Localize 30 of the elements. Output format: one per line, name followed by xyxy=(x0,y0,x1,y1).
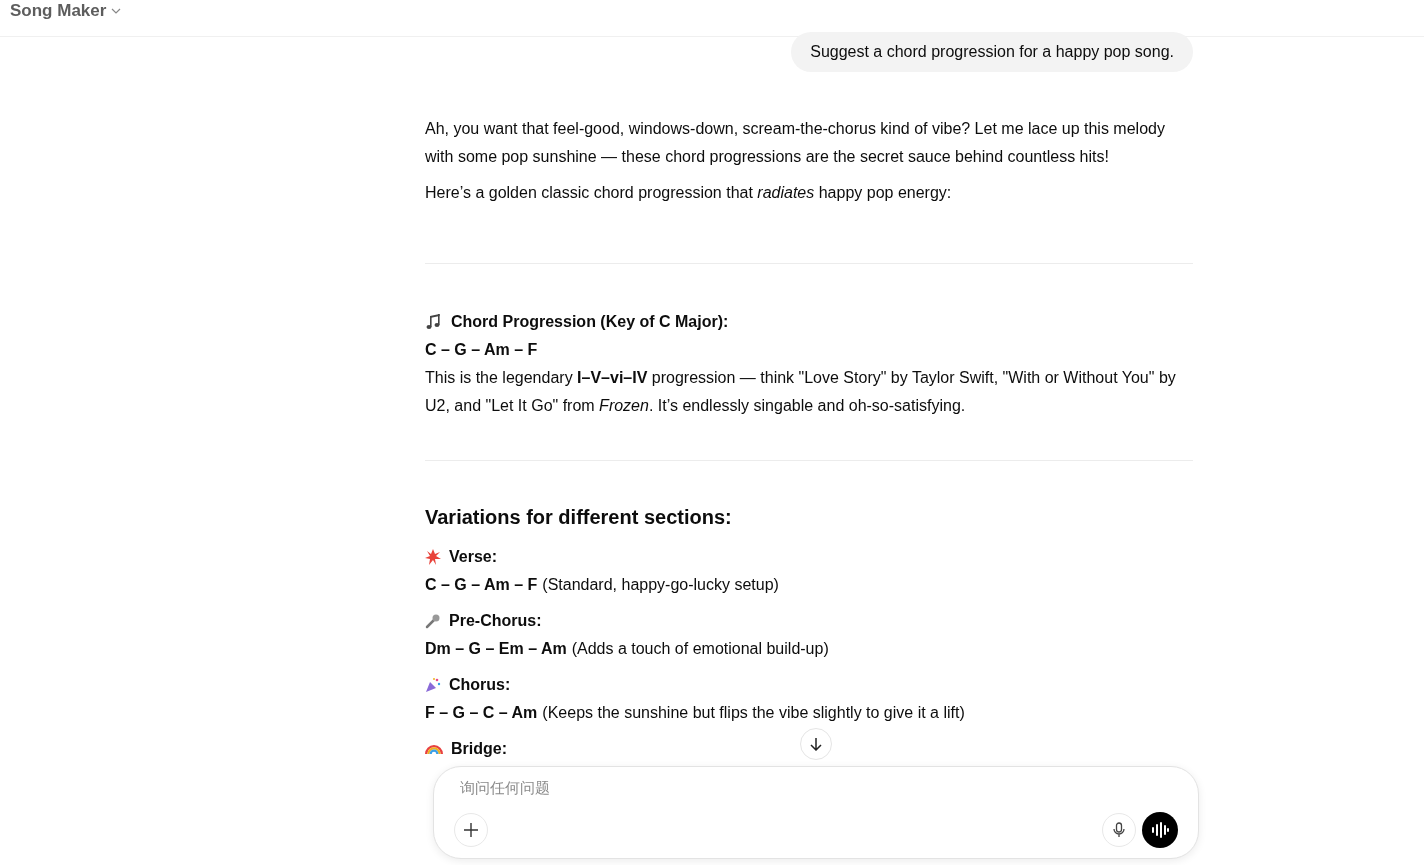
section-label: Chorus: xyxy=(449,675,511,695)
paragraph: Here’s a golden classic chord progression that radiates happy pop energy: xyxy=(425,183,953,203)
chord-note: (Keeps the sunshine but flips the vibe slightly to give it a lift) xyxy=(542,703,965,723)
section-heading: Variations for different sections: xyxy=(425,505,733,530)
paragraph: Ah, you want that feel-good, windows-down, scream-the-chorus kind of vibe? Let me lace up this melody with some pop sunshine — these chord progressions are the secret sauce behind countless hits! xyxy=(425,119,1166,167)
sound-wave-icon xyxy=(1151,822,1169,838)
section-title: Chord Progression (Key of C Major): xyxy=(451,312,729,332)
user-message: Suggest a chord progression for a happy pop song. xyxy=(791,32,1193,72)
chord-sequence: F – G – C – Am xyxy=(425,703,538,723)
rainbow-icon xyxy=(425,744,443,754)
chord-sequence: C – G – Am – F xyxy=(425,340,539,360)
section-label: Pre-Chorus: xyxy=(449,611,542,631)
section-label: Verse: xyxy=(449,547,498,567)
chord-sequence: C – G – Am – F xyxy=(425,575,538,595)
arrow-down-icon xyxy=(809,737,823,751)
section-label: Bridge: xyxy=(451,739,507,759)
party-popper-icon xyxy=(425,677,441,693)
scroll-down-button[interactable] xyxy=(800,728,832,760)
chord-note: (Adds a touch of emotional build-up) xyxy=(571,639,829,659)
model-selector[interactable]: Song Maker xyxy=(10,0,123,24)
music-notes-icon xyxy=(425,314,443,330)
message-input[interactable]: 询问任何问题 xyxy=(460,775,1178,799)
microphone-icon xyxy=(425,613,441,629)
voice-mode-button[interactable] xyxy=(1142,812,1178,848)
microphone-icon xyxy=(1112,822,1126,838)
paragraph: This is the legendary I–V–vi–IV progression — think "Love Story" by Taylor Swift, "With or Without You" by U2, and "Let It Go" from Frozen. It’s endlessly singable and oh-so-satisfying. xyxy=(425,368,1177,416)
chord-note: (Standard, happy-go-lucky setup) xyxy=(542,575,779,595)
starburst-icon xyxy=(425,549,441,565)
plus-icon xyxy=(463,822,479,838)
chord-sequence: Dm – G – Em – Am xyxy=(425,639,567,659)
